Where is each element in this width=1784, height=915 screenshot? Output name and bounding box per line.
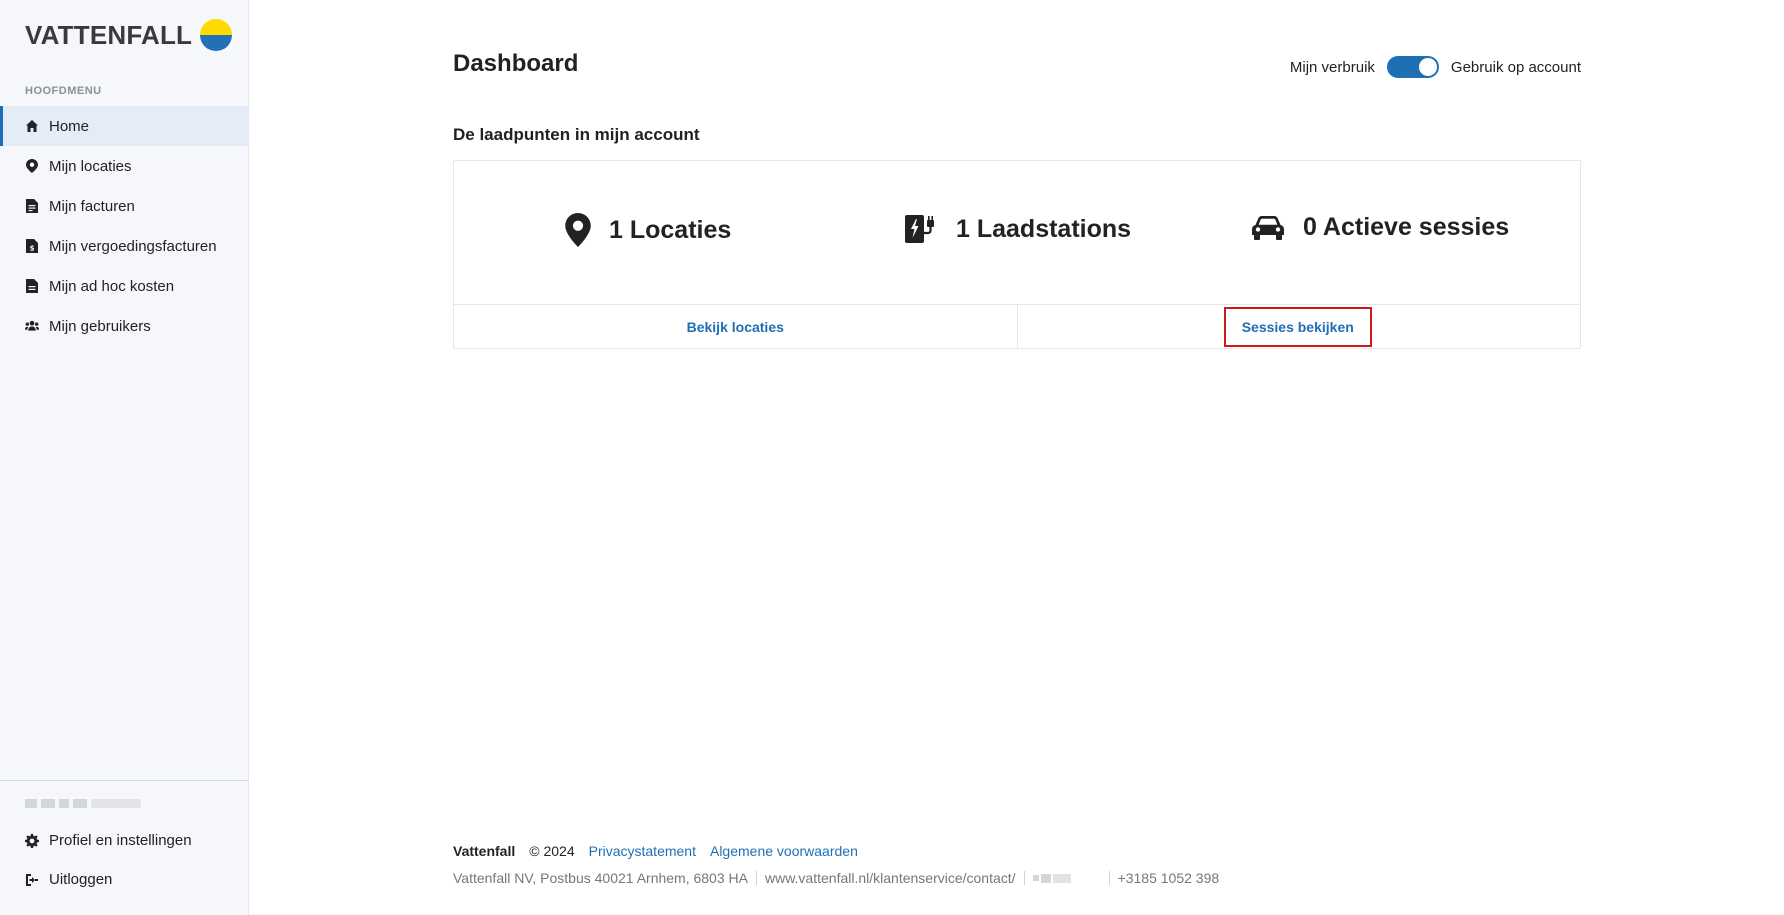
main-content: Dashboard Mijn verbruik Gebruik op accou…	[453, 0, 1581, 915]
logout-link[interactable]: Uitloggen	[25, 871, 112, 888]
footer-top-line: Vattenfall © 2024 Privacystatement Algem…	[453, 843, 872, 859]
sidebar-divider	[0, 780, 249, 781]
footer-phone: +3185 1052 398	[1117, 870, 1220, 886]
document-icon	[25, 279, 39, 293]
view-sessions-label: Sessies bekijken	[1223, 307, 1372, 347]
sidebar-item-label: Mijn facturen	[49, 197, 135, 215]
stat-laadstations-text: 1 Laadstations	[956, 214, 1132, 243]
view-locations-label: Bekijk locaties	[686, 319, 784, 335]
sidebar-item-label: Home	[49, 117, 90, 135]
profile-settings-label: Profiel en instellingen	[49, 832, 192, 849]
logo-text: VATTENFALL	[25, 19, 193, 50]
gear-icon	[25, 833, 39, 848]
toggle-knob	[1418, 58, 1437, 76]
svg-text:$: $	[30, 245, 35, 253]
card-actions: Bekijk locaties Sessies bekijken	[454, 305, 1580, 349]
charging-station-icon	[904, 213, 938, 245]
sidebar-item-label: Mijn vergoedingsfacturen	[49, 237, 217, 255]
usage-toggle-group: Mijn verbruik Gebruik op account	[1290, 56, 1581, 78]
footer-bottom-line: Vattenfall NV, Postbus 40021 Arnhem, 680…	[453, 870, 1219, 886]
reimbursement-invoice-icon: $	[25, 239, 39, 253]
logout-label: Uitloggen	[49, 871, 113, 888]
sidebar-item-vergoedingsfacturen[interactable]: $ Mijn vergoedingsfacturen	[0, 226, 249, 266]
view-sessions-button[interactable]: Sessies bekijken	[1016, 305, 1581, 349]
view-locations-button[interactable]: Bekijk locaties	[454, 305, 1017, 349]
toggle-left-label: Mijn verbruik	[1289, 58, 1375, 76]
footer-separator	[1023, 871, 1025, 885]
redacted-user-name	[25, 799, 141, 808]
stat-actieve-sessies: 0 Actieve sessies	[1251, 213, 1509, 242]
profile-settings-link[interactable]: Profiel en instellingen	[25, 832, 192, 849]
charge-points-card: 1 Locaties 1 Laadstations 0 Actieve sess…	[453, 160, 1581, 349]
footer-brand: Vattenfall	[453, 843, 516, 859]
sidebar-item-label: Mijn locaties	[49, 157, 132, 175]
section-title: De laadpunten in mijn account	[453, 125, 700, 144]
footer-separator	[1108, 871, 1110, 885]
main-nav: Home Mijn locaties Mijn facturen $ Mijn …	[0, 106, 249, 346]
footer-contact-url[interactable]: www.vattenfall.nl/klantenservice/contact…	[765, 870, 1016, 886]
stat-locaties-text: 1 Locaties	[609, 215, 732, 244]
sidebar-item-facturen[interactable]: Mijn facturen	[0, 186, 249, 226]
sidebar-item-ad-hoc-kosten[interactable]: Mijn ad hoc kosten	[0, 266, 249, 306]
car-icon	[1251, 215, 1285, 241]
stat-laadstations: 1 Laadstations	[904, 213, 1131, 245]
usage-toggle-switch[interactable]	[1386, 56, 1439, 78]
redacted-footer-text	[1032, 873, 1071, 883]
footer-copyright: © 2024	[529, 843, 575, 859]
sidebar-item-label: Mijn ad hoc kosten	[49, 277, 175, 295]
menu-heading: HOOFDMENU	[25, 85, 102, 97]
footer-address: Vattenfall NV, Postbus 40021 Arnhem, 680…	[453, 870, 748, 886]
privacy-statement-link[interactable]: Privacystatement	[589, 843, 696, 859]
invoice-icon	[25, 199, 39, 213]
sidebar-item-label: Mijn gebruikers	[49, 317, 151, 335]
map-pin-icon	[25, 159, 39, 173]
users-icon	[25, 319, 39, 333]
footer-separator	[755, 871, 757, 885]
stats-row: 1 Locaties 1 Laadstations 0 Actieve sess…	[454, 161, 1580, 305]
page-title: Dashboard	[453, 50, 579, 77]
sidebar-item-home[interactable]: Home	[0, 106, 249, 146]
stat-actieve-sessies-text: 0 Actieve sessies	[1303, 213, 1510, 241]
logo-mark-icon	[200, 19, 233, 51]
sidebar: VATTENFALL HOOFDMENU Home Mijn locaties …	[0, 0, 249, 915]
terms-link[interactable]: Algemene voorwaarden	[710, 843, 858, 859]
home-icon	[25, 119, 39, 133]
stat-locaties: 1 Locaties	[565, 213, 731, 247]
sidebar-item-gebruikers[interactable]: Mijn gebruikers	[0, 306, 249, 346]
logout-icon	[25, 873, 39, 887]
toggle-right-label: Gebruik op account	[1450, 58, 1581, 76]
sidebar-item-locaties[interactable]: Mijn locaties	[0, 146, 249, 186]
vattenfall-logo[interactable]: VATTENFALL	[25, 19, 233, 51]
app: VATTENFALL HOOFDMENU Home Mijn locaties …	[0, 0, 1784, 915]
map-pin-icon	[565, 213, 591, 247]
